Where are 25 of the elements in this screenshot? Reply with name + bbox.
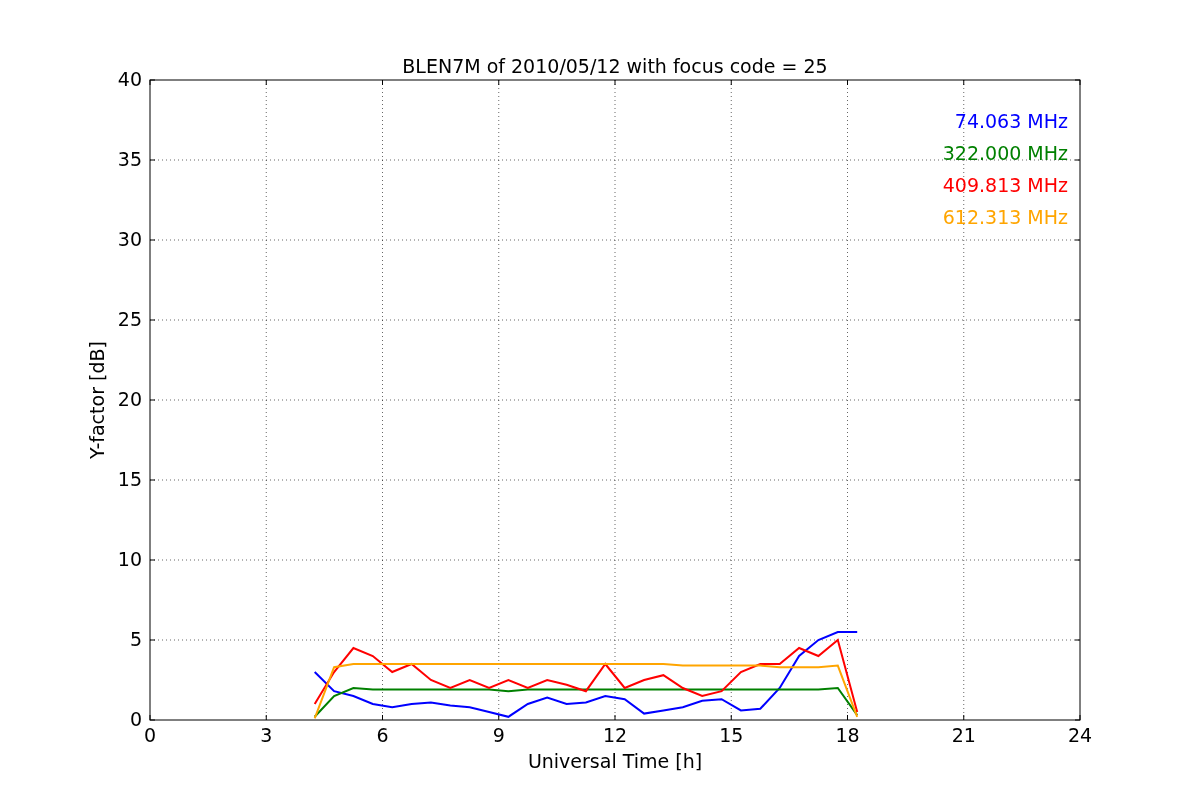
tick-label: 30 [117,228,142,250]
tick-label: 0 [129,708,142,730]
tick-label: 40 [117,68,142,90]
legend-label: 612.313 MHz [942,206,1068,228]
legend-label: 74.063 MHz [954,110,1068,132]
tick-label: 18 [835,724,860,746]
tick-label: 3 [260,724,273,746]
legend-label: 409.813 MHz [942,174,1068,196]
tick-label: 12 [602,724,628,746]
x-axis-label: Universal Time [h] [527,750,703,772]
chart-title: BLEN7M of 2010/05/12 with focus code = 25 [402,55,828,77]
tick-label: 9 [492,724,505,746]
tick-label: 6 [376,724,389,746]
tick-label: 21 [951,724,976,746]
tick-label: 15 [117,468,142,490]
tick-label: 20 [117,388,142,410]
tick-label: 35 [117,148,142,170]
tick-label: 5 [129,628,142,650]
tick-label: 25 [117,308,142,330]
tick-label: 24 [1067,724,1093,746]
tick-label: 0 [143,724,157,746]
legend-label: 322.000 MHz [942,142,1068,164]
tick-label: 15 [719,724,744,746]
tick-label: 10 [117,548,142,570]
y-axis-label: Y-factor [dB] [86,341,108,459]
